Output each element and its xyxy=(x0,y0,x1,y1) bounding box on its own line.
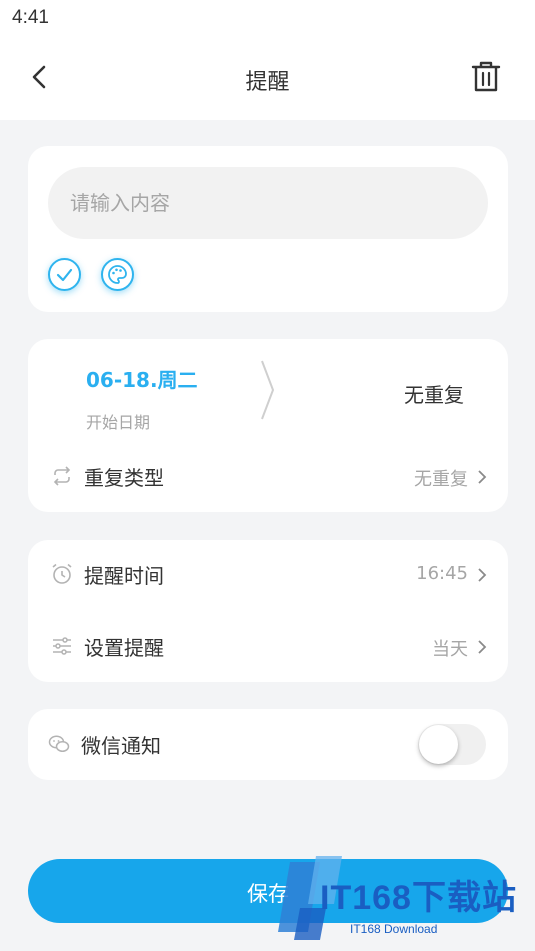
reminder-setting-row[interactable]: 设置提醒 当天 xyxy=(28,616,508,676)
schedule-card: 06-18.周二 开始日期 无重复 重复类型 无重复 xyxy=(28,339,508,512)
repeat-type-row[interactable]: 重复类型 无重复 xyxy=(28,446,508,506)
start-date-value[interactable]: 06-18.周二 xyxy=(86,364,198,393)
watermark-subtext: IT168 Download xyxy=(350,922,438,936)
delete-button[interactable] xyxy=(470,60,502,94)
repeat-type-value: 无重复 xyxy=(414,469,468,490)
chevron-right-icon xyxy=(478,640,487,654)
reminder-time-row[interactable]: 提醒时间 16:45 xyxy=(28,544,508,604)
wechat-toggle[interactable] xyxy=(418,724,486,765)
repeat-icon xyxy=(53,466,71,486)
reminder-setting-value: 当天 xyxy=(432,639,468,660)
status-bar: 4:41 xyxy=(0,0,535,36)
reminder-card: 提醒时间 16:45 设置提醒 当天 xyxy=(28,540,508,682)
reminder-time-label: 提醒时间 xyxy=(84,564,164,588)
repeat-type-label: 重复类型 xyxy=(84,466,164,490)
wechat-card: 微信通知 xyxy=(28,709,508,780)
repeat-summary: 无重复 xyxy=(404,383,464,407)
page-title: 提醒 xyxy=(245,70,290,95)
start-date-label: 开始日期 xyxy=(86,413,151,432)
reminder-setting-label: 设置提醒 xyxy=(84,636,164,660)
wechat-icon xyxy=(48,735,70,753)
chevron-right-icon xyxy=(261,360,275,420)
nav-bar: 提醒 xyxy=(0,36,535,120)
content-input[interactable] xyxy=(48,167,488,239)
status-time: 4:41 xyxy=(12,7,49,28)
wechat-label: 微信通知 xyxy=(81,734,161,758)
sliders-icon xyxy=(53,637,71,655)
complete-button[interactable] xyxy=(48,258,81,291)
palette-icon xyxy=(108,265,127,284)
color-button[interactable] xyxy=(101,258,134,291)
reminder-time-value: 16:45 xyxy=(416,563,468,584)
check-circle-icon xyxy=(56,268,73,282)
watermark-text: IT168下载站 xyxy=(320,879,517,917)
toggle-knob xyxy=(419,725,458,764)
watermark-logo: IT168下载站 IT168 Download xyxy=(270,852,535,944)
chevron-right-icon xyxy=(478,470,487,484)
chevron-right-icon xyxy=(478,568,487,582)
alarm-clock-icon xyxy=(52,563,72,584)
content-card xyxy=(28,146,508,312)
trash-icon xyxy=(471,61,501,92)
